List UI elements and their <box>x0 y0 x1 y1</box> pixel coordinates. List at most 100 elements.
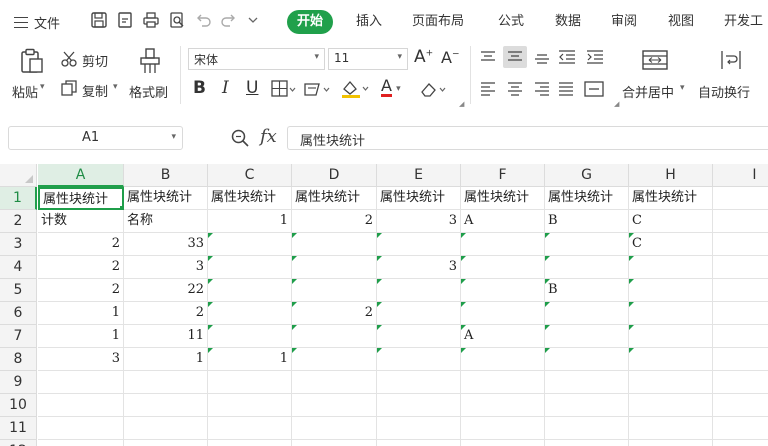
column-header-h[interactable]: H <box>629 164 713 187</box>
font-name-select[interactable]: 宋体 ▾ <box>188 48 325 70</box>
cell-d10[interactable] <box>292 394 377 417</box>
cell-d6[interactable]: 2 <box>292 302 377 325</box>
wrap-text-button[interactable]: 自动换行 <box>698 82 750 101</box>
cell-f12[interactable] <box>461 440 545 446</box>
wrap-text-icon[interactable] <box>719 49 743 75</box>
merge-center-button[interactable]: 合并居中 <box>622 82 674 101</box>
cell-c2[interactable]: 1 <box>208 210 292 233</box>
grow-font-button[interactable]: A+ <box>414 47 433 67</box>
cell-c6[interactable] <box>208 302 292 325</box>
cell-h5[interactable] <box>629 279 713 302</box>
row-header-8[interactable]: 8 <box>0 348 37 371</box>
cell-c12[interactable] <box>208 440 292 446</box>
cell-i8[interactable] <box>713 348 768 371</box>
cell-c10[interactable] <box>208 394 292 417</box>
cell-g4[interactable] <box>545 256 629 279</box>
cell-g6[interactable] <box>545 302 629 325</box>
align-middle-icon[interactable] <box>503 46 527 68</box>
column-header-e[interactable]: E <box>377 164 461 187</box>
cut-icon[interactable] <box>60 50 78 72</box>
cell-b12[interactable] <box>124 440 208 446</box>
paste-dropdown-icon[interactable]: ▾ <box>40 82 45 92</box>
cell-c3[interactable] <box>208 233 292 256</box>
select-all-corner[interactable] <box>0 164 37 187</box>
cell-b1[interactable]: 属性块统计 <box>124 187 208 210</box>
cell-a6[interactable]: 1 <box>38 302 124 325</box>
cell-e4[interactable]: 3 <box>377 256 461 279</box>
cell-b10[interactable] <box>124 394 208 417</box>
align-right-icon[interactable] <box>533 81 551 101</box>
cell-b3[interactable]: 33 <box>124 233 208 256</box>
cell-i5[interactable] <box>713 279 768 302</box>
cell-b9[interactable] <box>124 371 208 394</box>
copy-icon[interactable] <box>60 79 78 101</box>
cell-g9[interactable] <box>545 371 629 394</box>
cell-b2[interactable]: 名称 <box>124 210 208 233</box>
cell-h3[interactable]: C <box>629 233 713 256</box>
insert-function-button[interactable]: fx <box>260 126 277 147</box>
cell-h2[interactable]: C <box>629 210 713 233</box>
zoom-search-icon[interactable] <box>230 128 250 152</box>
cell-f4[interactable] <box>461 256 545 279</box>
cell-b6[interactable]: 2 <box>124 302 208 325</box>
cell-d4[interactable] <box>292 256 377 279</box>
tab-developer[interactable]: 开发工 <box>724 10 763 34</box>
row-header-4[interactable]: 4 <box>0 256 37 279</box>
cell-e6[interactable] <box>377 302 461 325</box>
format-painter-icon[interactable] <box>138 47 162 79</box>
cell-g2[interactable]: B <box>545 210 629 233</box>
export-pdf-icon[interactable] <box>116 11 134 29</box>
merge-center-icon[interactable] <box>641 49 669 75</box>
customize-toolbar-icon[interactable] <box>246 11 260 29</box>
cell-g7[interactable] <box>545 325 629 348</box>
cell-e7[interactable] <box>377 325 461 348</box>
tab-page-layout[interactable]: 页面布局 <box>412 10 464 34</box>
tab-view[interactable]: 视图 <box>668 10 694 34</box>
cell-e12[interactable] <box>377 440 461 446</box>
row-header-5[interactable]: 5 <box>0 279 37 302</box>
cell-g8[interactable] <box>545 348 629 371</box>
cell-i7[interactable] <box>713 325 768 348</box>
justify-icon[interactable] <box>557 81 575 101</box>
cell-c9[interactable] <box>208 371 292 394</box>
row-header-7[interactable]: 7 <box>0 325 37 348</box>
cell-b8[interactable]: 1 <box>124 348 208 371</box>
distributed-icon[interactable] <box>583 80 605 102</box>
cell-i4[interactable] <box>713 256 768 279</box>
cell-h6[interactable] <box>629 302 713 325</box>
font-dialog-launcher-icon[interactable]: ◢ <box>459 100 464 108</box>
print-icon[interactable] <box>142 11 160 29</box>
borders-icon[interactable] <box>271 80 297 102</box>
align-left-icon[interactable] <box>479 81 497 101</box>
column-header-c[interactable]: C <box>208 164 292 187</box>
cell-i12[interactable] <box>713 440 768 446</box>
cell-h4[interactable] <box>629 256 713 279</box>
cell-h8[interactable] <box>629 348 713 371</box>
cell-d7[interactable] <box>292 325 377 348</box>
name-box[interactable]: A1 ▾ <box>8 126 183 150</box>
cell-d12[interactable] <box>292 440 377 446</box>
cell-i3[interactable] <box>713 233 768 256</box>
cell-a9[interactable] <box>38 371 124 394</box>
cell-a5[interactable]: 2 <box>38 279 124 302</box>
cell-e11[interactable] <box>377 417 461 440</box>
cell-d5[interactable] <box>292 279 377 302</box>
cell-f6[interactable] <box>461 302 545 325</box>
cell-d3[interactable] <box>292 233 377 256</box>
column-header-d[interactable]: D <box>292 164 377 187</box>
column-header-g[interactable]: G <box>545 164 629 187</box>
paste-button[interactable]: 粘贴 <box>12 82 38 101</box>
column-header-i[interactable]: I <box>713 164 768 187</box>
row-header-1[interactable]: 1 <box>0 187 37 210</box>
format-painter-button[interactable]: 格式刷 <box>129 82 168 101</box>
cell-a4[interactable]: 2 <box>38 256 124 279</box>
cell-c4[interactable] <box>208 256 292 279</box>
italic-button[interactable]: I <box>222 78 229 98</box>
cell-a10[interactable] <box>38 394 124 417</box>
tab-home[interactable]: 开始 <box>287 10 334 34</box>
cell-f3[interactable] <box>461 233 545 256</box>
cell-e1[interactable]: 属性块统计 <box>377 187 461 210</box>
tab-insert[interactable]: 插入 <box>356 10 382 34</box>
cell-e3[interactable] <box>377 233 461 256</box>
cell-a1[interactable]: 属性块统计 <box>38 187 124 210</box>
